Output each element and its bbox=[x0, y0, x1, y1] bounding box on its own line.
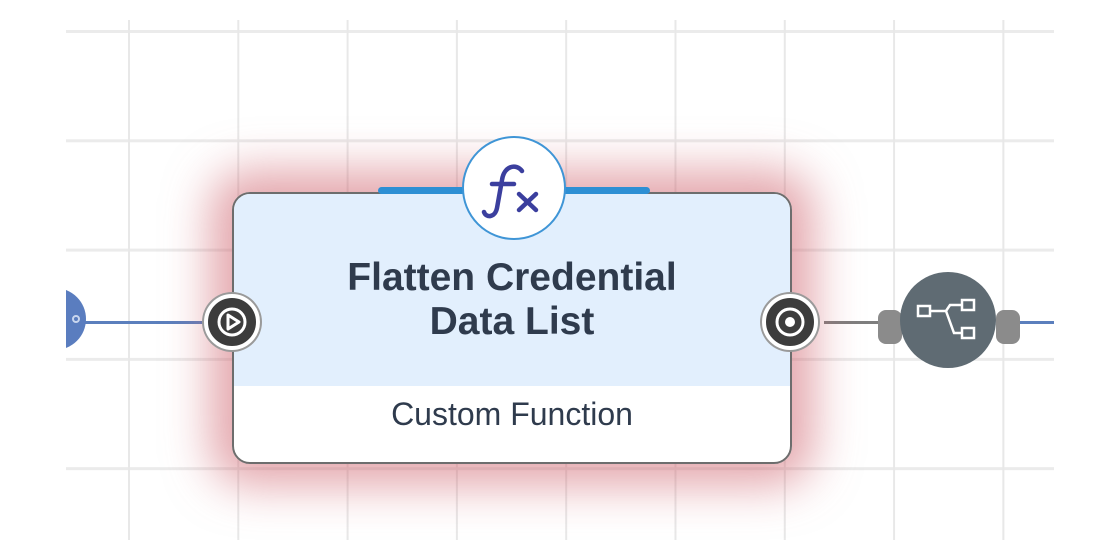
next-node[interactable] bbox=[900, 272, 996, 368]
playbook-canvas[interactable]: Flatten Credential Data List Custom Func… bbox=[66, 20, 1054, 540]
play-circle-icon bbox=[217, 307, 247, 337]
target-circle-icon bbox=[775, 307, 805, 337]
previous-node[interactable] bbox=[66, 288, 86, 350]
node-title: Flatten Credential Data List bbox=[347, 256, 677, 343]
node-subtitle: Custom Function bbox=[391, 396, 633, 432]
input-port[interactable] bbox=[204, 294, 260, 350]
connector-next bbox=[1018, 321, 1054, 324]
fx-function-icon bbox=[462, 136, 566, 240]
output-port[interactable] bbox=[762, 294, 818, 350]
next-node-handle-right[interactable] bbox=[996, 310, 1020, 344]
connector-in bbox=[66, 321, 206, 324]
next-node-handle-left[interactable] bbox=[878, 310, 902, 344]
node-circle-icon bbox=[72, 315, 80, 323]
flow-branch-icon bbox=[916, 298, 976, 340]
